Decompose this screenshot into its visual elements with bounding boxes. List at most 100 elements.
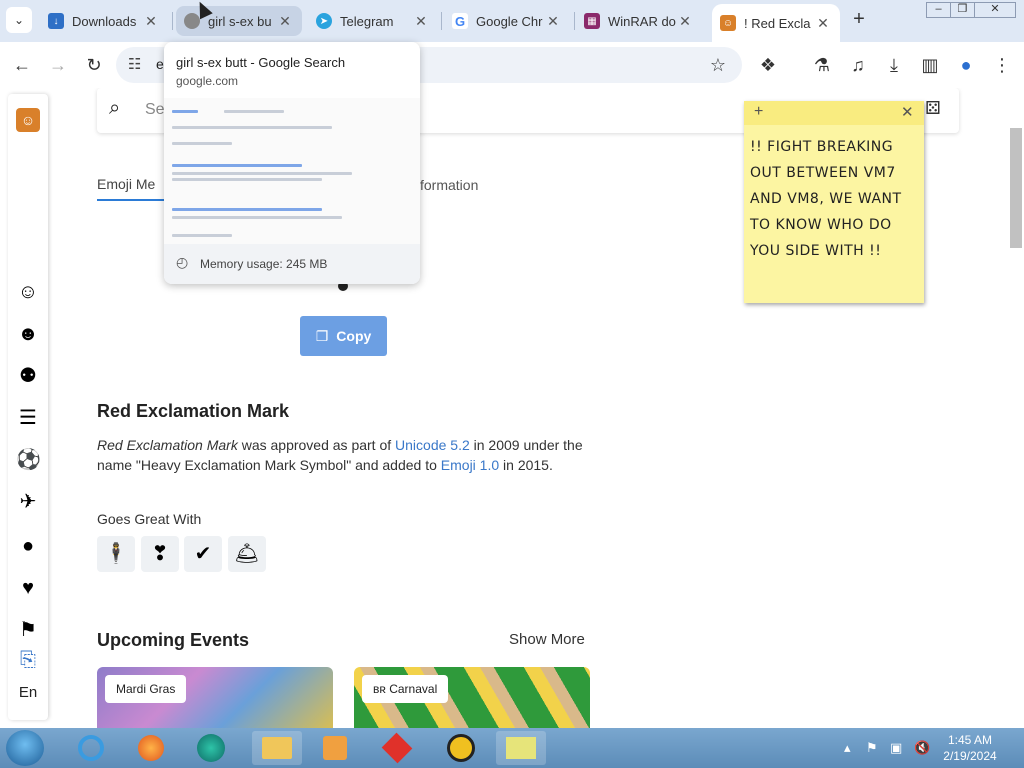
- remote-app-icon[interactable]: [436, 731, 486, 765]
- tab-title: ! Red Excla: [744, 15, 811, 31]
- hover-card-url: google.com: [176, 74, 239, 88]
- activities-category-icon[interactable]: ⚽: [16, 448, 41, 472]
- language-switch[interactable]: En: [8, 684, 48, 701]
- tab-separator: [441, 12, 442, 30]
- people-category-icon[interactable]: ☻: [16, 322, 40, 346]
- back-arrow-icon[interactable]: ←: [8, 51, 36, 79]
- tab-separator: [574, 12, 575, 30]
- bookmark-star-icon[interactable]: ☆: [704, 51, 732, 79]
- close-tab-icon[interactable]: ✕: [276, 13, 294, 30]
- url-text[interactable]: e: [156, 56, 164, 72]
- page-scrollbar[interactable]: [1008, 88, 1024, 728]
- restore-icon[interactable]: ❐: [951, 3, 975, 17]
- scrollbar-thumb[interactable]: [1010, 128, 1022, 248]
- para-text: was approved as part of: [237, 437, 396, 453]
- related-emoji-chip[interactable]: ✔: [184, 536, 222, 572]
- tab-strip: ⌄ ↓ Downloads ✕ girl s-ex bu ✕ ➤ Telegra…: [0, 0, 1024, 42]
- chrome-app-icon[interactable]: [186, 731, 236, 765]
- flags-category-icon[interactable]: ⚑: [16, 618, 40, 642]
- profile-avatar-icon[interactable]: ●: [952, 51, 980, 79]
- close-window-icon[interactable]: ✕: [975, 3, 1015, 17]
- show-hidden-icons-icon[interactable]: ▴: [844, 740, 851, 756]
- new-tab-button[interactable]: +: [848, 8, 870, 30]
- copy-button[interactable]: ❐ Copy: [300, 316, 387, 356]
- tab-information[interactable]: formation: [420, 177, 478, 193]
- forward-arrow-icon[interactable]: →: [44, 51, 72, 79]
- para-text: in 2015.: [499, 457, 553, 473]
- food-category-icon[interactable]: ☰: [16, 406, 40, 430]
- reload-icon[interactable]: ↻: [80, 51, 108, 79]
- objects-category-icon[interactable]: ●: [16, 534, 40, 558]
- site-settings-icon[interactable]: ☷: [128, 55, 141, 73]
- close-tab-icon[interactable]: ✕: [814, 15, 832, 32]
- extensions-puzzle-icon[interactable]: ❖: [754, 51, 782, 79]
- start-button-icon[interactable]: [6, 730, 44, 766]
- event-card-carnaval[interactable]: ʙʀ Carnaval: [354, 667, 590, 728]
- goes-great-with-label: Goes Great With: [97, 511, 202, 527]
- tab-search-dropdown-icon[interactable]: ⌄: [6, 7, 32, 33]
- explorer-folder-icon[interactable]: [252, 731, 302, 765]
- labs-flask-icon[interactable]: ⚗: [808, 51, 836, 79]
- tab-telegram[interactable]: ➤ Telegram ✕: [308, 6, 438, 36]
- close-tab-icon[interactable]: ✕: [412, 13, 430, 30]
- search-placeholder[interactable]: Se: [145, 101, 165, 119]
- internet-explorer-icon[interactable]: [66, 731, 116, 765]
- downloads-icon[interactable]: ⤓: [880, 51, 908, 79]
- minimize-icon[interactable]: –: [927, 3, 951, 17]
- action-center-flag-icon[interactable]: ⚑: [866, 740, 878, 756]
- sticky-note[interactable]: + ✕ !! FIGHT BREAKING OUT BETWEEN VM7 AN…: [744, 101, 924, 303]
- close-tab-icon[interactable]: ✕: [544, 13, 562, 30]
- windows-taskbar: ▴ ⚑ ▣ 🔇 1:45 AM 2/19/2024: [0, 728, 1024, 768]
- symbols-category-icon[interactable]: ♥: [16, 576, 40, 600]
- unicode-link[interactable]: Unicode 5.2: [395, 437, 470, 453]
- emoji-version-link[interactable]: Emoji 1.0: [441, 457, 499, 473]
- event-label: ʙʀ Carnaval: [362, 675, 449, 703]
- close-tab-icon[interactable]: ✕: [676, 13, 694, 30]
- tab-title: WinRAR do: [608, 13, 676, 29]
- tab-red-exclamation[interactable]: ☺ ! Red Excla ✕: [712, 4, 840, 42]
- section-title: Red Exclamation Mark: [97, 401, 290, 421]
- menu-kebab-icon[interactable]: ⋮: [988, 51, 1016, 79]
- network-icon[interactable]: ▣: [890, 740, 902, 756]
- show-more-link[interactable]: Show More: [509, 631, 585, 648]
- anydesk-icon[interactable]: [372, 731, 422, 765]
- travel-category-icon[interactable]: ✈: [16, 490, 40, 514]
- animals-category-icon[interactable]: ⚉: [16, 364, 40, 388]
- copy-label: Copy: [336, 328, 372, 344]
- emoji-site-favicon-icon: ☺: [720, 15, 736, 31]
- upcoming-events-heading: Upcoming Events: [97, 630, 250, 650]
- sticky-note-header[interactable]: + ✕: [744, 101, 924, 125]
- sticky-notes-app-icon[interactable]: [496, 731, 546, 765]
- tab-emoji-meaning[interactable]: Emoji Me: [97, 176, 155, 192]
- related-emoji-chip[interactable]: 🛎: [228, 536, 266, 572]
- event-card-mardi-gras[interactable]: Mardi Gras: [97, 667, 333, 728]
- firefox-icon[interactable]: [126, 731, 176, 765]
- sticky-note-text[interactable]: !! FIGHT BREAKING OUT BETWEEN VM7 AND VM…: [750, 134, 920, 264]
- tab-google-chrome[interactable]: G Google Chr ✕: [444, 6, 570, 36]
- media-player-icon[interactable]: [310, 731, 360, 765]
- browser-toolbar: ← → ↻ ☷ e ☆ ❖ ⚗ ♫ ⤓ ▥ ● ⋮: [0, 42, 1024, 88]
- window-controls: – ❐ ✕: [926, 2, 1016, 18]
- clipboard-icon[interactable]: ⎘: [16, 648, 40, 672]
- clock-time: 1:45 AM: [947, 733, 993, 747]
- copy-icon: ❐: [315, 327, 329, 344]
- volume-muted-icon[interactable]: 🔇: [914, 740, 930, 756]
- google-favicon-icon: G: [452, 13, 468, 29]
- close-tab-icon[interactable]: ✕: [142, 13, 160, 30]
- media-controls-icon[interactable]: ♫: [844, 51, 872, 79]
- close-note-icon[interactable]: ✕: [901, 103, 914, 121]
- random-dice-icon[interactable]: ⚄: [925, 98, 941, 119]
- related-emoji-chip[interactable]: ❣: [141, 536, 179, 572]
- related-emoji-chip[interactable]: 🕴: [97, 536, 135, 572]
- tab-google-search[interactable]: girl s-ex bu ✕: [176, 6, 302, 36]
- site-logo-icon[interactable]: ☺: [16, 108, 40, 132]
- side-panel-icon[interactable]: ▥: [916, 51, 944, 79]
- smileys-category-icon[interactable]: ☺: [16, 280, 40, 304]
- tab-winrar[interactable]: ▦ WinRAR do ✕: [576, 6, 702, 36]
- tab-title: Telegram: [340, 13, 394, 29]
- system-clock[interactable]: 1:45 AM 2/19/2024: [930, 732, 1010, 764]
- telegram-favicon-icon: ➤: [316, 13, 332, 29]
- tab-downloads[interactable]: ↓ Downloads ✕: [40, 6, 168, 36]
- new-note-icon[interactable]: +: [754, 103, 763, 121]
- hover-card-footer: ◴ Memory usage: 245 MB: [164, 244, 420, 284]
